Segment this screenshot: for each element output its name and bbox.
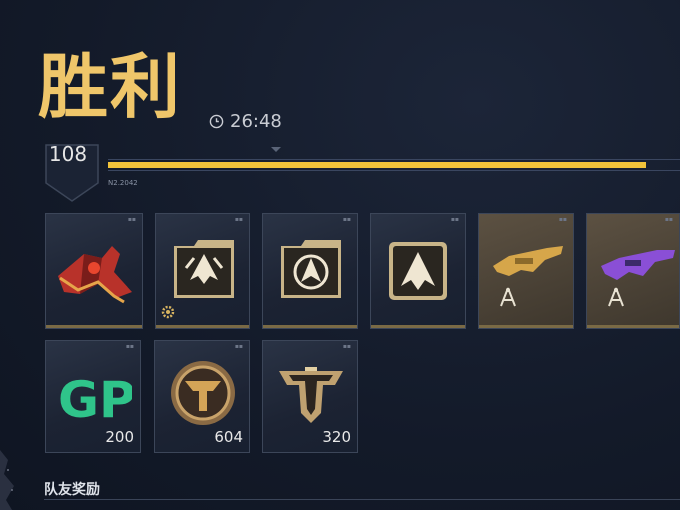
reward-item[interactable]: ▪▪ <box>155 213 250 329</box>
purple-rifle-icon <box>601 250 675 280</box>
emblem-icon <box>389 242 447 300</box>
caret-icon <box>271 147 281 152</box>
compass-icon <box>608 287 624 307</box>
compass-icon <box>500 287 516 307</box>
clock-icon <box>209 114 224 129</box>
level-progress: 108 N2.2042 <box>40 142 680 202</box>
folder-emblem-icon <box>174 240 234 298</box>
item-quantity: 200 <box>105 428 134 446</box>
gear-icon <box>161 305 175 319</box>
timer-text: 26:48 <box>230 111 282 132</box>
level-number: 108 <box>48 142 88 166</box>
reward-item[interactable]: ▪▪ <box>478 213 574 329</box>
reward-item-gp[interactable]: ▪▪ GP 200 <box>45 340 141 453</box>
reward-item-badge[interactable]: ▪▪ 320 <box>262 340 358 453</box>
tier-badge-icon <box>279 367 343 423</box>
folder-emblem-icon <box>281 240 341 298</box>
reward-item[interactable]: ▪▪ <box>370 213 466 329</box>
xp-track <box>108 159 680 171</box>
xp-fill <box>108 162 646 168</box>
teammate-rewards-heading: 队友奖励 <box>44 482 100 498</box>
divider <box>44 499 680 500</box>
gp-currency-icon: GP <box>58 371 132 425</box>
reward-item[interactable]: ▪▪ <box>45 213 143 329</box>
reward-item[interactable]: ▪▪ <box>586 213 680 329</box>
reward-item[interactable]: ▪▪ <box>262 213 358 329</box>
bronze-token-icon <box>171 361 235 425</box>
victory-title: 胜利 <box>38 46 182 128</box>
match-timer: 26:48 <box>209 111 282 132</box>
xp-text: N2.2042 <box>108 179 138 187</box>
item-quantity: 604 <box>214 428 243 446</box>
item-quantity: 320 <box>322 428 351 446</box>
svg-text:GP: GP <box>58 371 132 425</box>
reward-item-token[interactable]: ▪▪ 604 <box>154 340 250 453</box>
gold-rifle-icon <box>493 246 563 276</box>
corner-decoration <box>0 450 14 510</box>
red-vehicle-icon <box>58 246 132 304</box>
